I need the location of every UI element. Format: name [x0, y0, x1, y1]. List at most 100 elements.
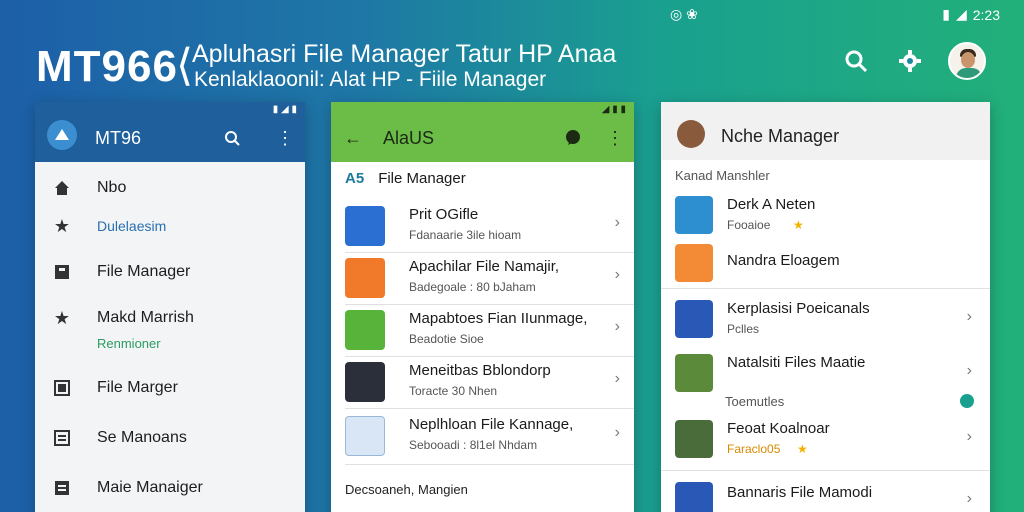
- chevron-right-icon: ›: [966, 428, 972, 445]
- list-item[interactable]: Meneitbas Bblondorp Toracte 30 Nhen ›: [345, 356, 624, 408]
- app-green-icon: [345, 310, 385, 350]
- list-item-title: Nandra Eloagem: [727, 252, 840, 269]
- hero-subtitle-2: Kenlaklaoonil: Alat HP - Fiile Manager: [194, 68, 547, 91]
- back-arrow-icon[interactable]: ←: [343, 128, 363, 148]
- gear-icon[interactable]: [894, 45, 926, 77]
- document-icon: [53, 379, 71, 397]
- list-item[interactable]: Prit OGifle Fdanaarie 3ile hioam ›: [345, 200, 624, 252]
- nav-item-makd[interactable]: ★ Makd Marrish: [53, 298, 295, 338]
- nav-item-sub: Renmioner: [97, 336, 161, 351]
- status-dot-icon: [960, 394, 974, 408]
- star-icon: ★: [797, 442, 808, 456]
- battery-icon: ▮: [942, 6, 950, 22]
- star-icon: ★: [53, 307, 71, 328]
- nav-item-maie-manaiger[interactable]: Maie Manaiger: [53, 468, 295, 508]
- list-item-subtitle: Beadotie Sioe: [409, 332, 484, 346]
- more-vert-icon[interactable]: ⋮: [605, 128, 625, 148]
- nav-item-file-marger[interactable]: File Marger: [53, 368, 295, 408]
- list-item[interactable]: Neplhloan File Kannage, Sebooadi : 8l1el…: [345, 410, 624, 462]
- list-item[interactable]: Feoat Koalnoar Faraclo05 ★ ›: [675, 414, 976, 466]
- search-icon[interactable]: [840, 45, 872, 77]
- manager-appbar: Nche Manager: [661, 102, 990, 160]
- folder-icon: [53, 263, 71, 281]
- list-item[interactable]: Kerplasisi Poeicanals Pclles ›: [675, 294, 976, 346]
- list-item-subtitle: Faraclo05: [727, 442, 781, 456]
- chevron-right-icon: ›: [966, 362, 972, 379]
- hero-actions: [840, 42, 986, 80]
- list-item-subtitle: Sebooadi : 8l1el Nhdam: [409, 438, 538, 452]
- list-item[interactable]: Nandra Eloagem: [675, 238, 976, 290]
- image-thumb-icon: [675, 354, 713, 392]
- nav-item-se-manoans[interactable]: Se Manoans: [53, 418, 295, 458]
- list-item[interactable]: Apachilar File Namajir, Badegoale : 80 b…: [345, 252, 624, 304]
- list-item-subtitle: Pclles: [727, 322, 760, 336]
- user-avatar[interactable]: [948, 42, 986, 80]
- list-item-title: Feoat Koalnoar: [727, 420, 830, 437]
- list-item[interactable]: Mapabtoes Fian IIunmage, Beadotie Sioe ›: [345, 304, 624, 356]
- file-list-appbar: ◢ ▮ ▮ ← AlaUS ⋮: [331, 102, 634, 162]
- list-item-title: Apachilar File Namajir,: [409, 258, 560, 275]
- drawer-panel: ▮ ◢ ▮ MT96 ⋮ Nbo ★ Dulelaesim File Manag…: [35, 102, 305, 512]
- chevron-right-icon: ›: [614, 318, 620, 335]
- drawer-appbar: ▮ ◢ ▮ MT96 ⋮: [35, 102, 305, 162]
- nav-item-file-manager[interactable]: File Manager: [53, 252, 295, 292]
- hero-subtitle-1: Apluhasri File Manager Tatur HP Anaa: [192, 40, 617, 68]
- section-label: Toemutles: [725, 394, 785, 409]
- nav-item-home[interactable]: Nbo: [53, 168, 295, 208]
- list-item-subtitle: Fdanaarie 3ile hioam: [409, 228, 522, 242]
- chevron-right-icon: ›: [614, 214, 620, 231]
- person-thumb-icon: [675, 420, 713, 458]
- nav-item-favorites[interactable]: ★ Dulelaesim: [53, 206, 295, 246]
- more-vert-icon[interactable]: ⋮: [275, 128, 295, 148]
- chat-icon[interactable]: [563, 128, 583, 148]
- chevron-right-icon: ›: [614, 370, 620, 387]
- doc-blue-icon: [675, 482, 713, 512]
- home-icon: [53, 179, 71, 197]
- nav-item-label: File Marger: [97, 379, 178, 396]
- hero-bracket: ⟨: [176, 41, 194, 90]
- file-list-title: AlaUS: [383, 128, 435, 148]
- search-icon[interactable]: [222, 128, 242, 148]
- avatar: [677, 120, 705, 148]
- list-item-subtitle: Fooaioe: [727, 218, 771, 232]
- list-icon: [53, 479, 71, 497]
- list-item-title: Neplhloan File Kannage,: [409, 416, 574, 433]
- list-item-title: Bannaris File Mamodi: [727, 484, 873, 501]
- file-list-panel: ◢ ▮ ▮ ← AlaUS ⋮ A5 File Manager Prit OGi…: [331, 102, 634, 512]
- nav-item-label: Se Manoans: [97, 429, 187, 446]
- list-item[interactable]: Bannaris File Mamodi ›: [675, 476, 976, 512]
- status-icons-left: ◎ ❀: [670, 6, 698, 22]
- list-item-subtitle: Toracte 30 Nhen: [409, 384, 498, 398]
- nav-item-label: Nbo: [97, 179, 127, 196]
- star-icon: ★: [793, 218, 804, 232]
- grid-icon: [53, 429, 71, 447]
- doc-blue-icon: [675, 300, 713, 338]
- section-title: File Manager: [378, 170, 466, 187]
- list-item-subtitle: Badegoale : 80 bJaham: [409, 280, 536, 294]
- list-item[interactable]: Natalsiti Files Maatie ›: [675, 348, 976, 400]
- nav-item-label: Dulelaesim: [97, 218, 167, 234]
- doc-orange-icon: [345, 258, 385, 298]
- nav-item-label: Makd Marrish: [97, 309, 194, 326]
- section-badge: A5: [345, 170, 365, 187]
- list-item[interactable]: Derk A Neten Fooaioe ★: [675, 190, 976, 242]
- list-item-title: Prit OGifle: [409, 206, 479, 223]
- doc-blue-icon: [345, 206, 385, 246]
- drawer-title: MT96: [95, 128, 142, 148]
- list-item-title: Kerplasisi Poeicanals: [727, 300, 870, 317]
- app-dark-icon: [345, 362, 385, 402]
- manager-title: Nche Manager: [721, 126, 840, 146]
- chevron-right-icon: ›: [614, 266, 620, 283]
- wifi-icon: ◢: [955, 6, 967, 22]
- nav-item-label: Maie Manaiger: [97, 479, 203, 496]
- chevron-right-icon: ›: [966, 490, 972, 507]
- list-footer: Decsoaneh, Mangien: [345, 482, 468, 497]
- folder-orange-icon: [675, 244, 713, 282]
- mini-status-bar: ◢ ▮ ▮: [601, 104, 626, 115]
- star-icon: ★: [53, 215, 71, 236]
- app-logo-icon: [47, 120, 77, 150]
- doc-light-icon: [345, 416, 385, 456]
- hero-title: MT966: [36, 42, 178, 91]
- chevron-right-icon: ›: [614, 424, 620, 441]
- chevron-right-icon: ›: [966, 308, 972, 325]
